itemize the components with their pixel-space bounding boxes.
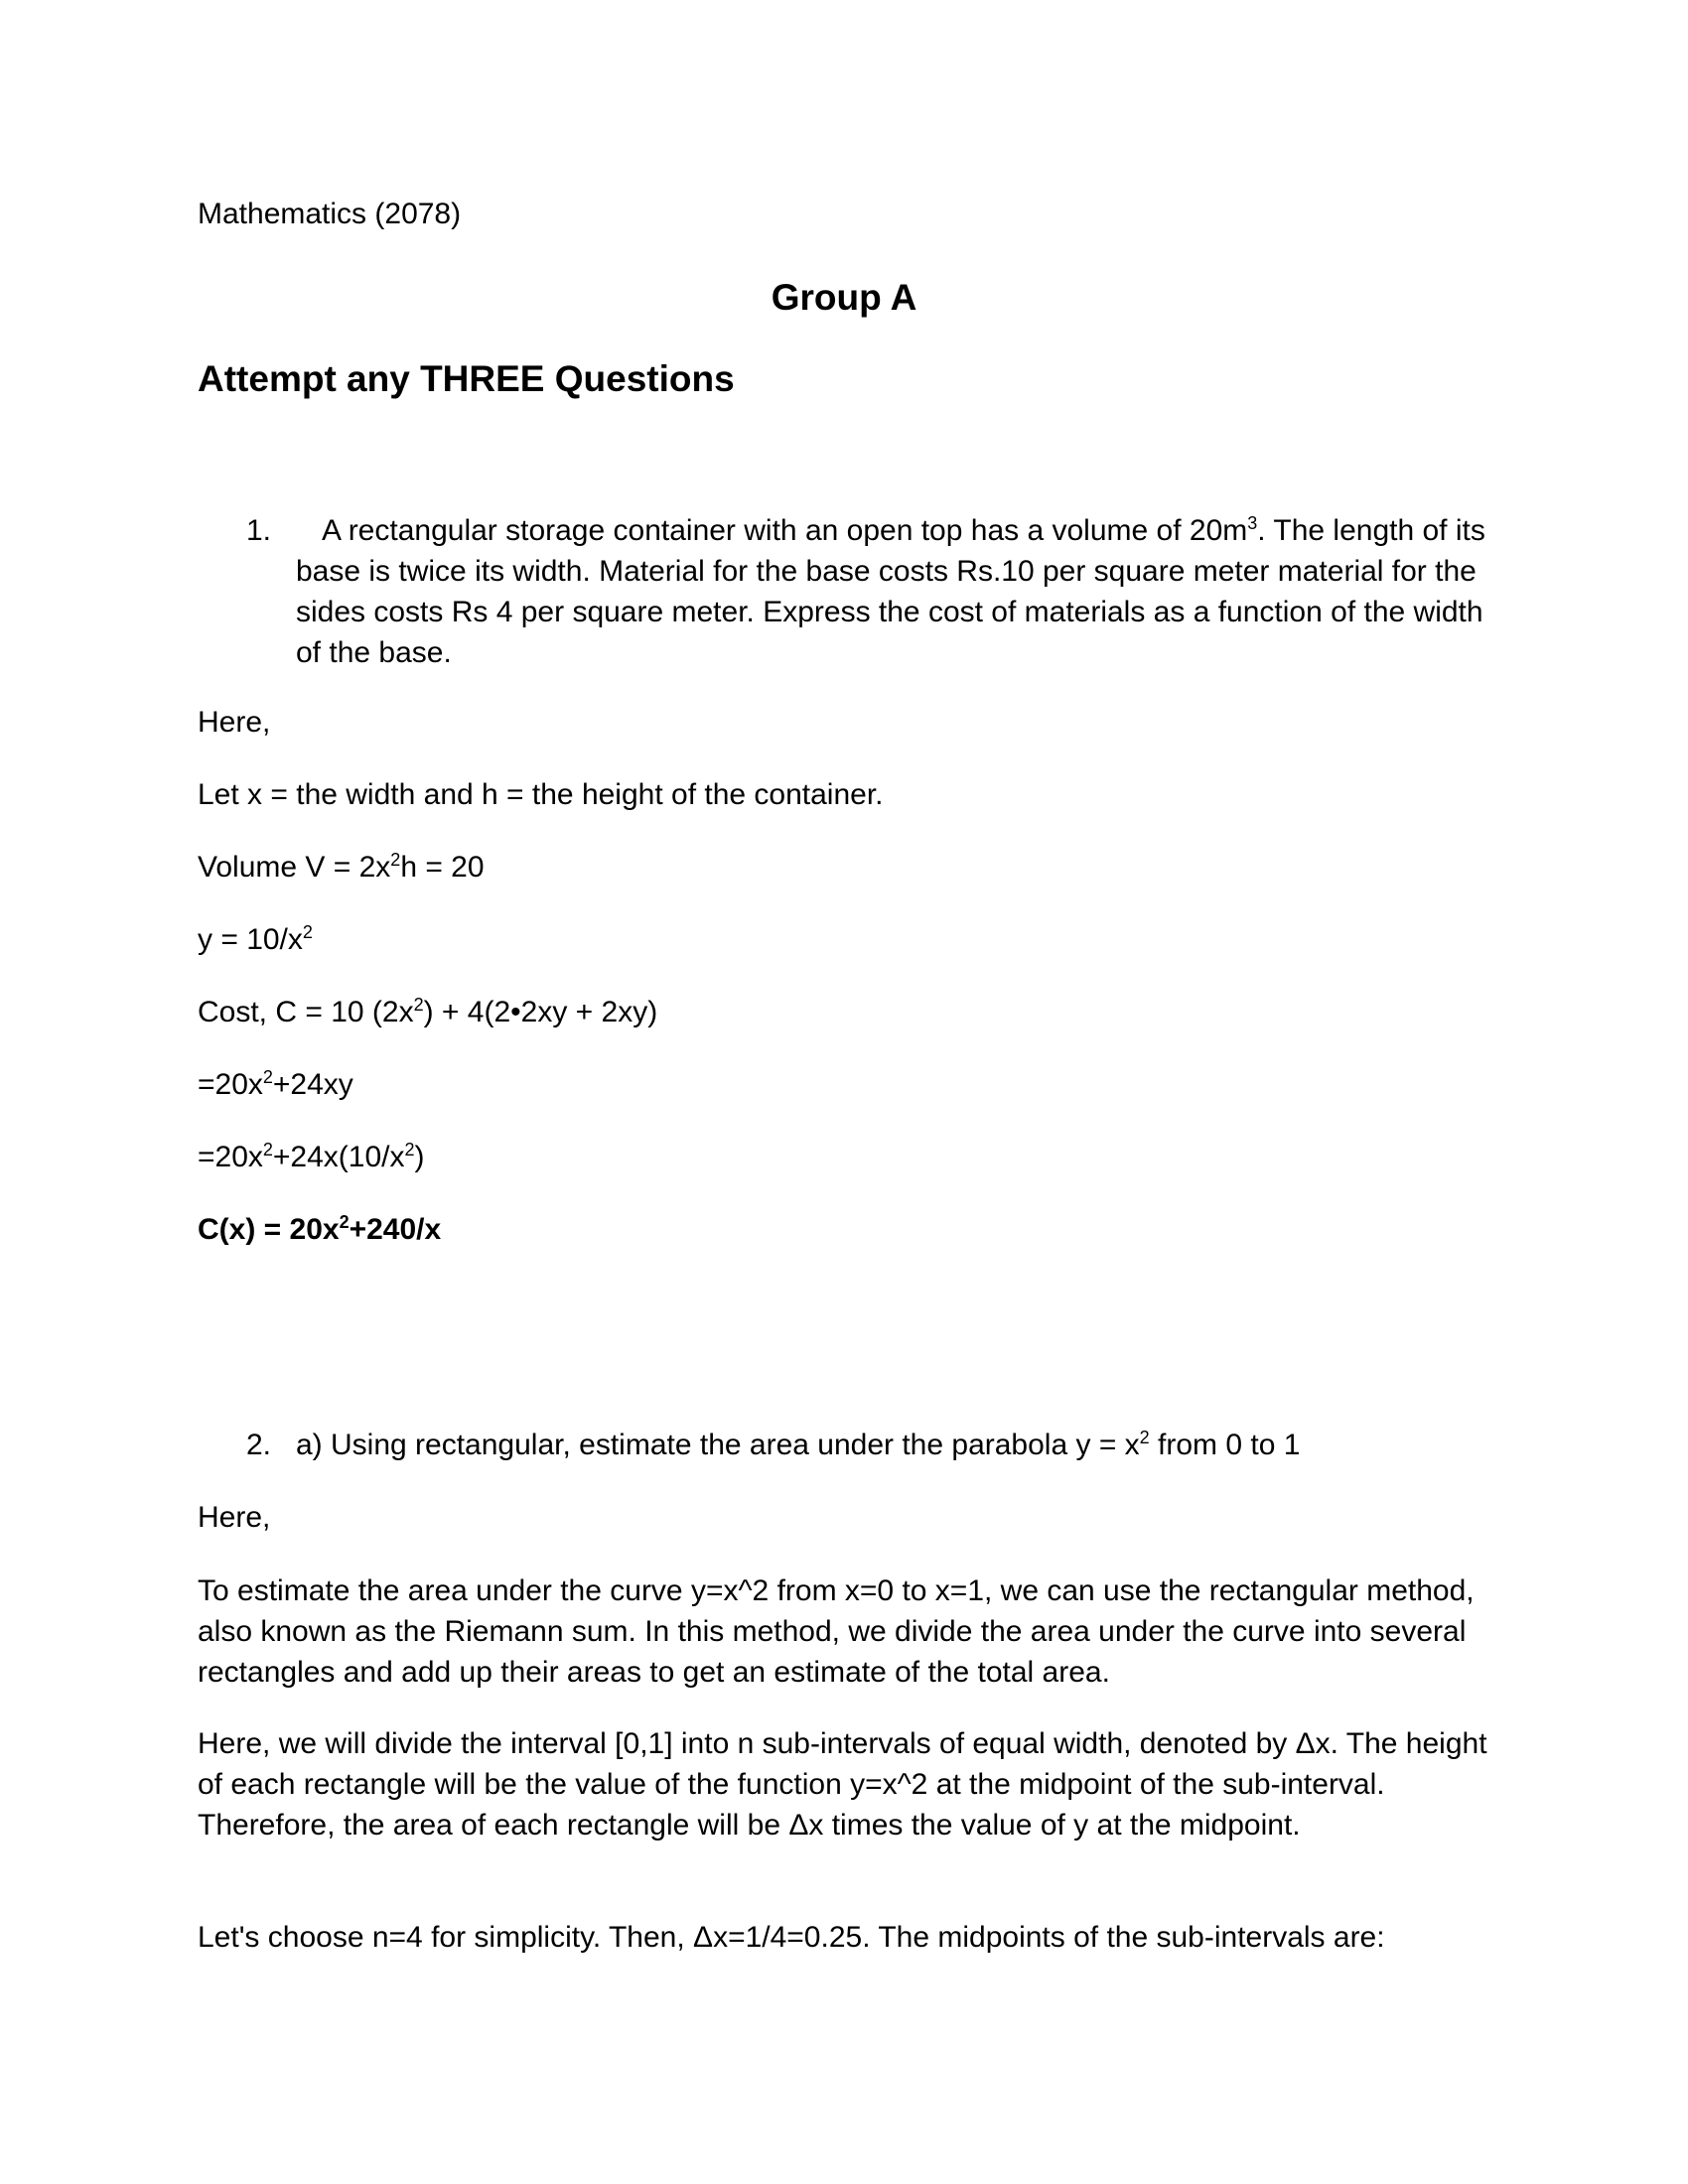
q2-paragraph-1: To estimate the area under the curve y=x…: [198, 1574, 1475, 1689]
question-2-text-b: from 0 to 1: [1149, 1429, 1301, 1461]
q1-y-line: y = 10/x2: [198, 920, 313, 960]
q1-y-a: y = 10/x: [198, 923, 303, 956]
question-2-text-sup: 2: [1139, 1428, 1150, 1447]
document-page: Mathematics (2078) Group A Attempt any T…: [0, 0, 1688, 2184]
q1-step2-c: ): [414, 1141, 425, 1173]
question-2-text-a: a) Using rectangular, estimate the area …: [296, 1429, 1140, 1461]
question-1-text-part1: A rectangular storage container with an …: [322, 514, 1248, 547]
q1-cost-a: Cost, C = 10 (2x: [198, 996, 414, 1028]
q1-step2-sup: 2: [262, 1140, 273, 1160]
q2-paragraph-3: Let's choose n=4 for simplicity. Then, Δ…: [198, 1921, 1385, 1954]
document-header: Mathematics (2078): [198, 198, 462, 230]
question-1-text: A rectangular storage container with an …: [296, 510, 1507, 673]
q1-cost-line: Cost, C = 10 (2x2) + 4(2•2xy + 2xy): [198, 993, 657, 1032]
q1-step1-sup: 2: [262, 1067, 273, 1087]
q1-step2-line: =20x2+24x(10/x2): [198, 1138, 425, 1177]
q1-step1-a: =20x: [198, 1068, 263, 1101]
q1-step2-a: =20x: [198, 1141, 263, 1173]
q1-volume-b: h = 20: [400, 851, 485, 884]
question-2-text: a) Using rectangular, estimate the area …: [296, 1426, 1300, 1465]
question-2-number: 2.: [246, 1429, 272, 1461]
q1-step2-sup2: 2: [404, 1140, 415, 1160]
q1-volume-line: Volume V = 2x2h = 20: [198, 848, 485, 887]
instruction-heading: Attempt any THREE Questions: [198, 358, 735, 399]
q1-volume-a: Volume V = 2x: [198, 851, 391, 884]
q2-here: Here,: [198, 1501, 271, 1534]
q1-here: Here,: [198, 706, 271, 739]
q1-final-sup: 2: [339, 1212, 350, 1232]
q1-step1-b: +24xy: [272, 1068, 353, 1101]
q1-final-answer: C(x) = 20x2+240/x: [198, 1210, 441, 1250]
q1-cost-b: ) + 4(2•2xy + 2xy): [423, 996, 658, 1028]
q1-volume-sup: 2: [390, 850, 401, 870]
group-title: Group A: [771, 277, 917, 318]
q1-y-sup: 2: [302, 922, 313, 942]
q1-let-line: Let x = the width and h = the height of …: [198, 778, 884, 811]
question-1-text-sup: 3: [1247, 513, 1258, 533]
q1-final-b: +240/x: [349, 1213, 442, 1246]
q1-final-a: C(x) = 20x: [198, 1213, 340, 1246]
question-1-number: 1.: [246, 514, 272, 547]
q2-paragraph-2: Here, we will divide the interval [0,1] …: [198, 1727, 1487, 1842]
q1-cost-sup: 2: [413, 995, 424, 1015]
q1-step2-b: +24x(10/x: [272, 1141, 405, 1173]
q1-step1-line: =20x2+24xy: [198, 1065, 353, 1105]
